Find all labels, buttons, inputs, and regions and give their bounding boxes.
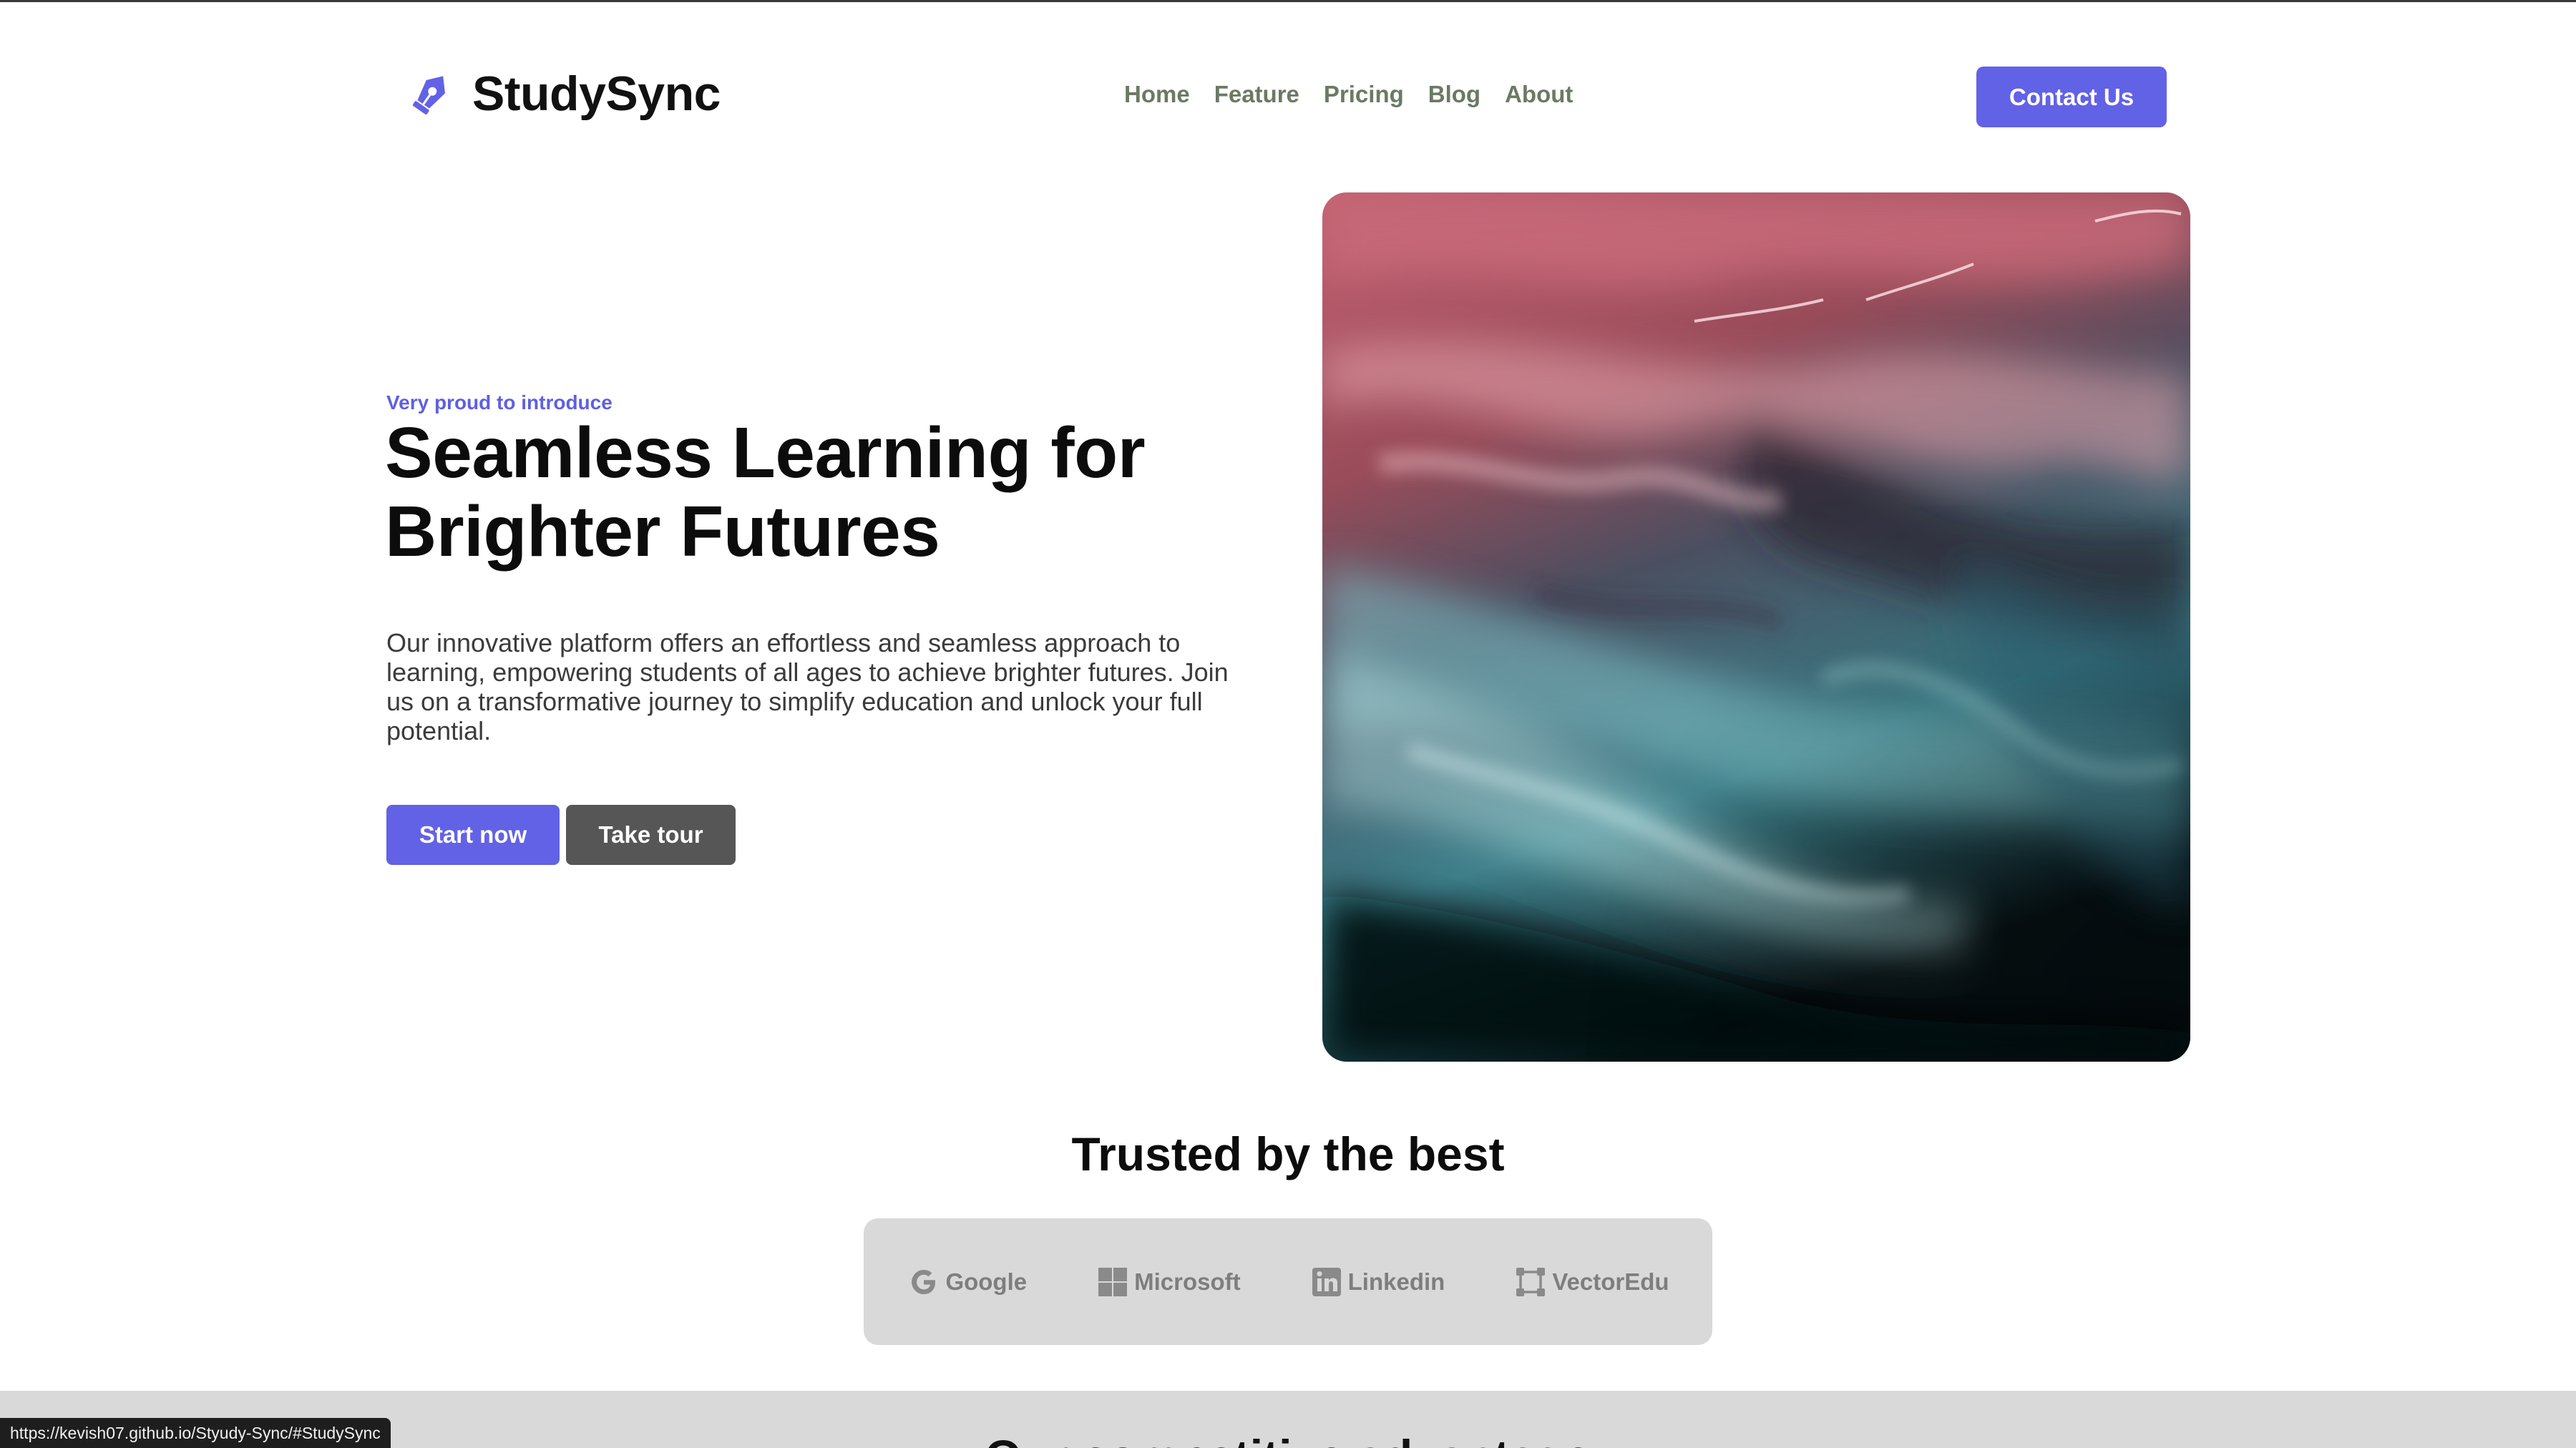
vector-edu-icon [1516, 1267, 1546, 1296]
nav-feature[interactable]: Feature [1214, 81, 1299, 108]
nav-about[interactable]: About [1505, 81, 1573, 108]
linkedin-icon [1312, 1267, 1341, 1296]
nav-blog[interactable]: Blog [1428, 81, 1480, 108]
pen-nib-icon [412, 76, 445, 115]
partner-google: Google [907, 1265, 1027, 1299]
partner-name: Google [945, 1268, 1028, 1295]
hero-description: Our innovative platform offers an effort… [386, 628, 1229, 745]
partner-microsoft: Microsoft [1096, 1265, 1241, 1299]
hero-title: Seamless Learning for Brighter Futures [385, 414, 1244, 571]
partner-name: Linkedin [1347, 1268, 1445, 1295]
partner-linkedin: Linkedin [1309, 1265, 1445, 1299]
browser-top-border [0, 0, 2576, 2]
microsoft-icon [1098, 1267, 1128, 1296]
partner-name: VectorEdu [1552, 1268, 1669, 1295]
contact-us-button[interactable]: Contact Us [1976, 67, 2167, 127]
partner-vectoredu: VectorEdu [1513, 1265, 1669, 1299]
hero-image [1322, 192, 2190, 1062]
abstract-fluid-artwork [1322, 192, 2190, 1062]
brand-name: StudySync [472, 67, 721, 121]
partner-logos: Google Microsoft Linkedin VectorEdu [864, 1218, 1712, 1345]
main-nav: Home Feature Pricing Blog About [1124, 81, 1573, 108]
start-now-button[interactable]: Start now [386, 805, 560, 865]
link-hover-status: https://kevish07.github.io/Styudy-Sync/#… [0, 1418, 391, 1448]
brand-logo-link[interactable]: StudySync [405, 66, 721, 122]
hero-eyebrow: Very proud to introduce [386, 391, 613, 414]
hero-title-line-1: Seamless Learning for [385, 413, 1146, 493]
trusted-title: Trusted by the best [1071, 1127, 1505, 1180]
hero-title-line-2: Brighter Futures [385, 491, 940, 572]
nav-home[interactable]: Home [1124, 81, 1190, 108]
partner-name: Microsoft [1134, 1268, 1241, 1295]
nav-pricing[interactable]: Pricing [1324, 81, 1404, 108]
take-tour-button[interactable]: Take tour [566, 805, 736, 865]
google-icon [912, 1269, 936, 1294]
